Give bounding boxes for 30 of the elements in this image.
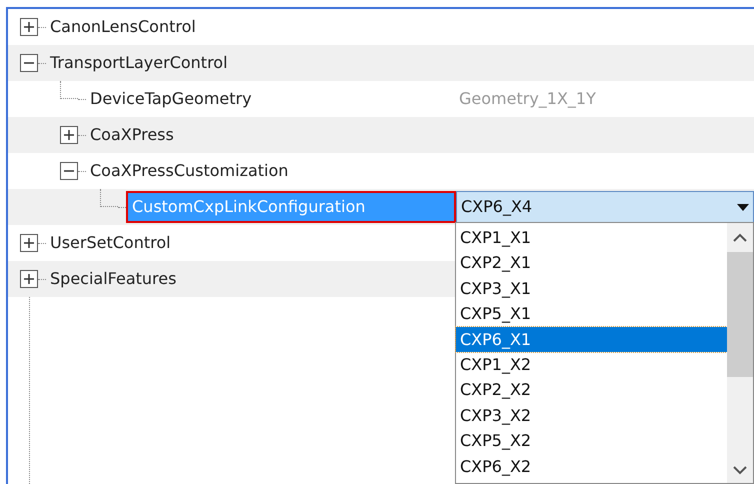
dropdown-option[interactable]: CXP3_X1 xyxy=(456,276,727,302)
expand-icon[interactable] xyxy=(20,18,38,36)
dropdown-option[interactable]: CXP6_X2 xyxy=(456,454,727,479)
tree-item[interactable]: CoaXPress xyxy=(86,123,178,147)
scroll-up-icon[interactable] xyxy=(733,233,747,242)
dropdown-arrow-icon xyxy=(737,204,749,210)
expand-icon[interactable] xyxy=(20,270,38,288)
dropdown-option[interactable]: CXP3_X2 xyxy=(456,402,727,428)
dropdown-option[interactable]: CXP6_X1 xyxy=(456,326,727,352)
dropdown-option[interactable]: CXP1_X1 xyxy=(456,225,727,250)
tree-item[interactable]: SpecialFeatures xyxy=(46,267,180,291)
tree-item[interactable]: TransportLayerControl xyxy=(46,51,232,75)
scrollbar[interactable] xyxy=(727,223,753,483)
dropdown-option[interactable]: CXP5_X2 xyxy=(456,428,727,454)
expand-icon[interactable] xyxy=(20,234,38,252)
dropdown-option[interactable]: CXP1_X2 xyxy=(456,352,727,378)
tree-item[interactable]: CanonLensControl xyxy=(46,15,200,39)
expand-icon[interactable] xyxy=(60,126,78,144)
collapse-icon[interactable] xyxy=(60,162,78,180)
scroll-thumb[interactable] xyxy=(727,252,753,377)
dropdown-option[interactable]: CXP2_X1 xyxy=(456,250,727,276)
value-dropdown[interactable]: CXP6_X4 xyxy=(456,190,754,224)
value-text: Geometry_1X_1Y xyxy=(458,88,596,110)
tree-item[interactable]: UserSetControl xyxy=(46,231,175,255)
tree-item[interactable]: CoaXPressCustomization xyxy=(86,159,292,183)
dropdown-option[interactable]: CXP2_X2 xyxy=(456,377,727,403)
collapse-icon[interactable] xyxy=(20,54,38,72)
tree-item[interactable]: DeviceTapGeometry xyxy=(86,87,256,111)
dropdown-option[interactable]: CXP5_X1 xyxy=(456,301,727,327)
scroll-down-icon[interactable] xyxy=(733,466,747,475)
